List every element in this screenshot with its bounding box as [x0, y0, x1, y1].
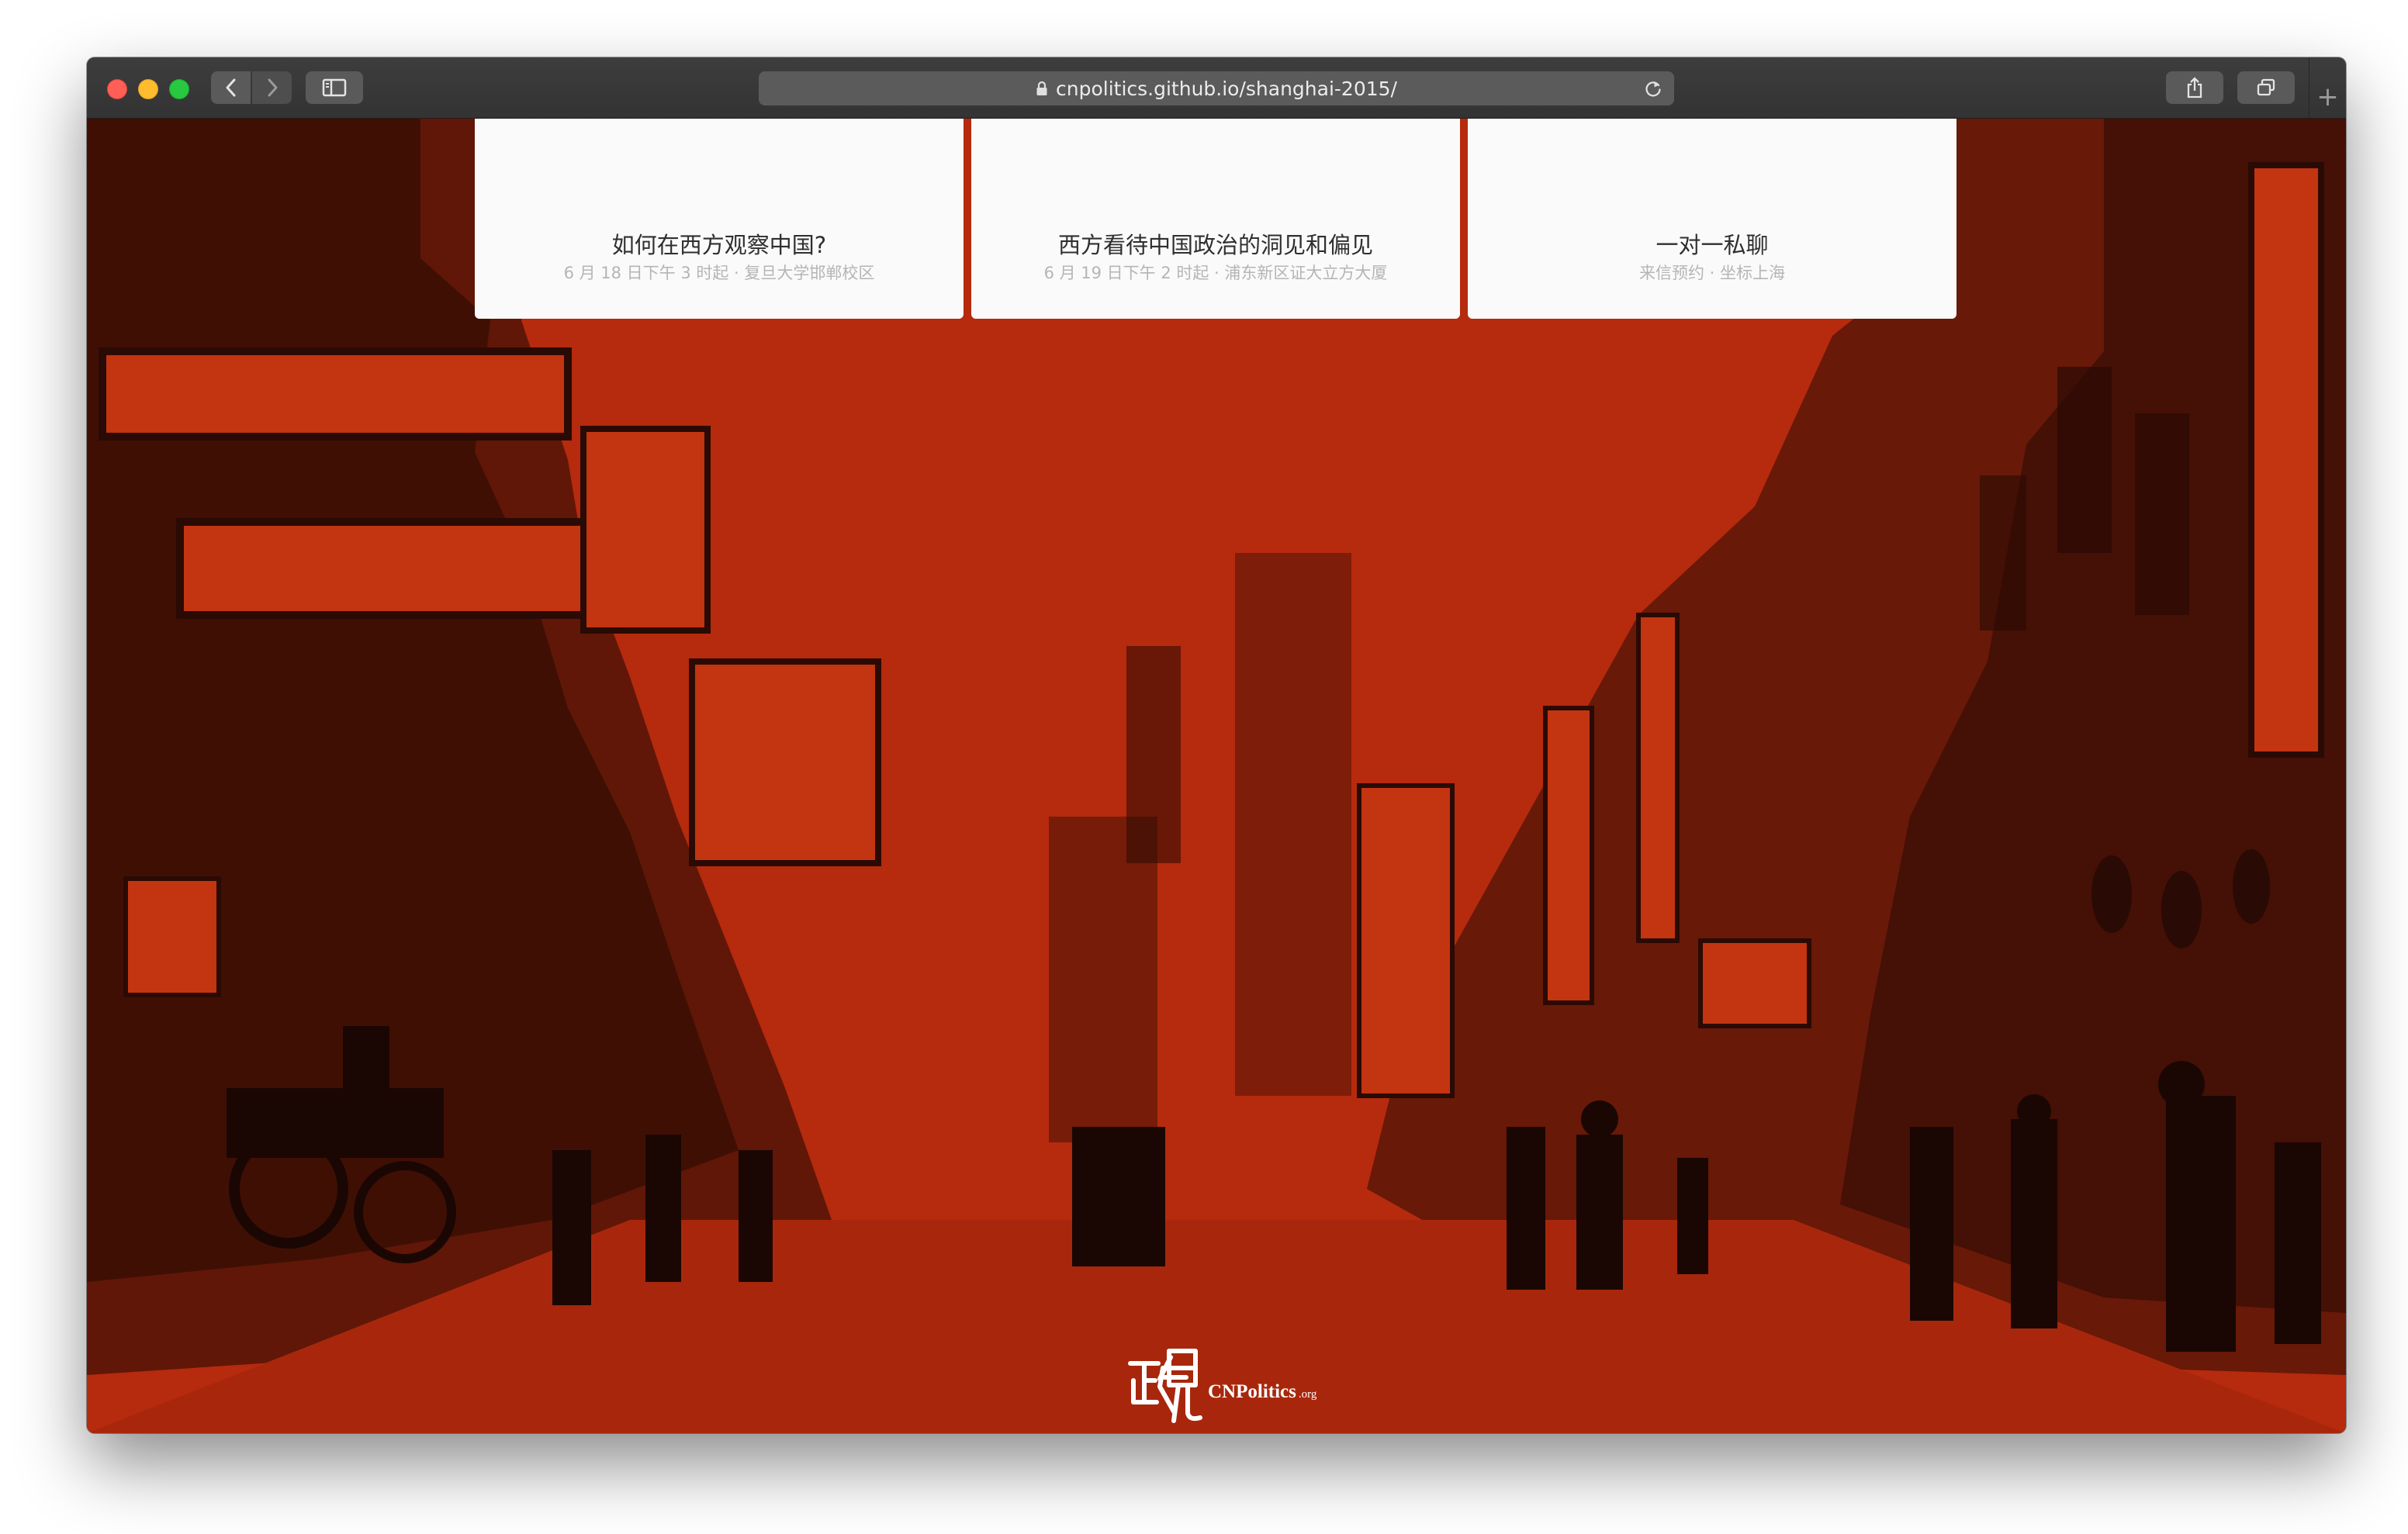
cnpolitics-logo[interactable]: CNPolitics .org — [1124, 1340, 1326, 1433]
history-navigation — [211, 71, 292, 104]
logo-wordmark: CNPolitics .org — [1208, 1381, 1316, 1403]
browser-window: cnpolitics.github.io/shanghai-2015/ + 如何… — [87, 57, 2346, 1433]
lock-icon — [1036, 81, 1047, 95]
sidebar-icon — [322, 78, 347, 97]
sidebar-button[interactable] — [306, 71, 363, 104]
address-bar[interactable]: cnpolitics.github.io/shanghai-2015/ — [759, 71, 1674, 105]
event-title: 如何在西方观察中国? — [611, 232, 827, 258]
share-button[interactable] — [2166, 71, 2223, 104]
logo-name: CNPolitics — [1208, 1381, 1296, 1402]
url-text: cnpolitics.github.io/shanghai-2015/ — [1056, 77, 1397, 100]
chevron-right-icon — [268, 78, 277, 97]
tabs-overview-button[interactable] — [2237, 71, 2295, 104]
tabs-overview-icon — [2257, 78, 2275, 96]
page-content: 如何在西方观察中国? 6 月 18 日下午 3 时起 · 复旦大学邯郸校区 西方… — [87, 119, 2346, 1433]
event-meta: 来信预约 · 坐标上海 — [1638, 264, 1786, 282]
logo-suffix: .org — [1298, 1388, 1317, 1401]
event-title: 西方看待中国政治的洞见和偏见 — [1057, 232, 1373, 258]
new-tab-button[interactable]: + — [2309, 57, 2346, 118]
event-card[interactable]: 西方看待中国政治的洞见和偏见 6 月 19 日下午 2 时起 · 浦东新区证大立… — [971, 119, 1460, 319]
minimize-window-button[interactable] — [138, 79, 158, 99]
forward-button[interactable] — [252, 71, 292, 104]
event-meta: 6 月 19 日下午 2 时起 · 浦东新区证大立方大厦 — [1043, 264, 1388, 282]
event-meta: 6 月 18 日下午 3 时起 · 复旦大学邯郸校区 — [563, 264, 875, 282]
close-window-button[interactable] — [107, 79, 127, 99]
event-title: 一对一私聊 — [1656, 232, 1769, 258]
chevron-left-icon — [226, 78, 235, 97]
maximize-window-button[interactable] — [169, 79, 189, 99]
share-icon — [2187, 77, 2202, 98]
browser-toolbar: cnpolitics.github.io/shanghai-2015/ + — [87, 57, 2346, 119]
reload-icon[interactable] — [1643, 78, 1663, 98]
event-card[interactable]: 如何在西方观察中国? 6 月 18 日下午 3 时起 · 复旦大学邯郸校区 — [475, 119, 964, 319]
event-card[interactable]: 一对一私聊 来信预约 · 坐标上海 — [1468, 119, 1956, 319]
back-button[interactable] — [211, 71, 251, 104]
seal-glyph-icon — [1128, 1349, 1202, 1423]
event-cards: 如何在西方观察中国? 6 月 18 日下午 3 时起 · 复旦大学邯郸校区 西方… — [475, 119, 1956, 319]
